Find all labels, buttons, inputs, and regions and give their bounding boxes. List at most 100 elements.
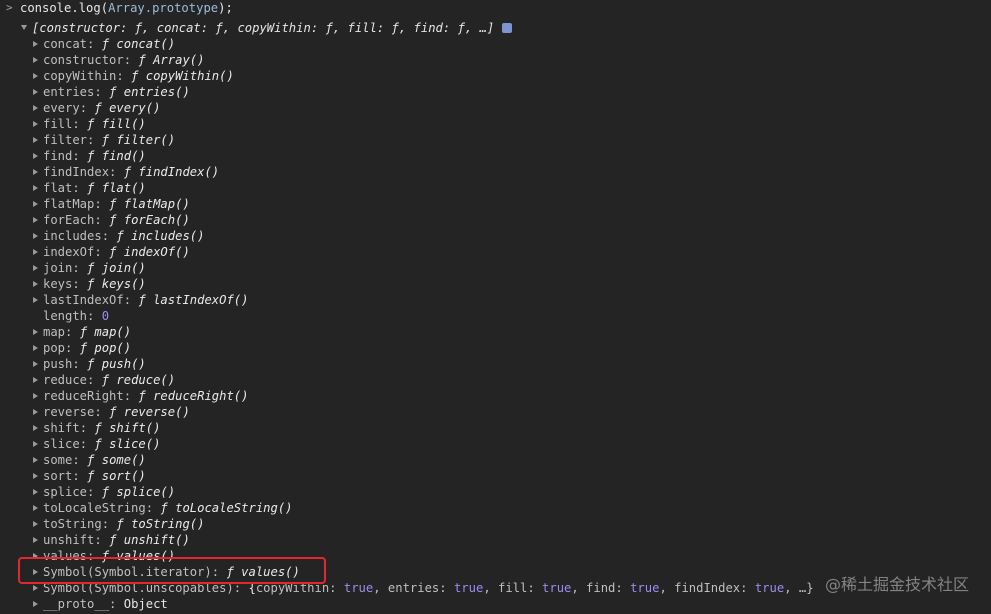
expand-arrow-icon[interactable] bbox=[33, 600, 38, 607]
console-command[interactable]: console.log(Array.prototype); bbox=[20, 0, 233, 16]
expand-arrow-icon[interactable] bbox=[33, 488, 38, 495]
property-row[interactable]: keys: ƒ keys() bbox=[33, 276, 146, 292]
function-symbol: ƒ bbox=[101, 37, 117, 51]
expand-arrow-icon[interactable] bbox=[33, 200, 38, 207]
property-row[interactable]: every: ƒ every() bbox=[33, 100, 160, 116]
expand-arrow-icon[interactable] bbox=[33, 104, 38, 111]
property-key: keys bbox=[43, 277, 73, 291]
function-symbol: ƒ bbox=[138, 389, 154, 403]
property-row[interactable]: forEach: ƒ forEach() bbox=[33, 212, 190, 228]
function-symbol: ƒ bbox=[87, 149, 102, 163]
property-value: entries() bbox=[123, 85, 190, 99]
property-row[interactable]: splice: ƒ splice() bbox=[33, 484, 175, 500]
property-row[interactable]: findIndex: ƒ findIndex() bbox=[33, 164, 219, 180]
property-key: every bbox=[43, 101, 80, 115]
property-row[interactable]: concat: ƒ concat() bbox=[33, 36, 175, 52]
property-key: reverse bbox=[43, 405, 95, 419]
property-row[interactable]: unshift: ƒ unshift() bbox=[33, 532, 190, 548]
expand-arrow-icon[interactable] bbox=[33, 88, 38, 95]
property-value: reduce() bbox=[116, 373, 176, 387]
expand-arrow-icon[interactable] bbox=[33, 184, 38, 191]
property-row[interactable]: toString: ƒ toString() bbox=[33, 516, 204, 532]
expand-arrow-icon[interactable] bbox=[33, 40, 38, 47]
expand-arrow-icon[interactable] bbox=[33, 264, 38, 271]
property-row[interactable]: slice: ƒ slice() bbox=[33, 436, 160, 452]
root-object-summary[interactable]: [constructor: ƒ, concat: ƒ, copyWithin: … bbox=[21, 20, 513, 36]
property-value: flat() bbox=[101, 181, 146, 195]
expand-arrow-icon[interactable] bbox=[33, 440, 38, 447]
property-row[interactable]: fill: ƒ fill() bbox=[33, 116, 146, 132]
watermark: @稀土掘金技术社区 bbox=[824, 575, 969, 594]
function-symbol: ƒ bbox=[87, 357, 102, 371]
expand-arrow-icon[interactable] bbox=[21, 25, 27, 30]
expand-arrow-icon[interactable] bbox=[33, 152, 38, 159]
property-row[interactable]: reduceRight: ƒ reduceRight() bbox=[33, 388, 248, 404]
expand-arrow-icon[interactable] bbox=[33, 376, 38, 383]
info-icon[interactable] bbox=[502, 22, 513, 33]
property-row[interactable]: entries: ƒ entries() bbox=[33, 84, 190, 100]
property-key: __proto__ bbox=[43, 597, 110, 611]
expand-arrow-icon[interactable] bbox=[33, 136, 38, 143]
expand-arrow-icon[interactable] bbox=[33, 344, 38, 351]
property-row[interactable]: map: ƒ map() bbox=[33, 324, 131, 340]
property-key: toString bbox=[43, 517, 102, 531]
expand-arrow-icon[interactable] bbox=[33, 120, 38, 127]
property-value: findIndex() bbox=[138, 165, 220, 179]
expand-arrow-icon[interactable] bbox=[33, 56, 38, 63]
property-row[interactable]: push: ƒ push() bbox=[33, 356, 146, 372]
property-row[interactable]: pop: ƒ pop() bbox=[33, 340, 131, 356]
expand-arrow-icon[interactable] bbox=[33, 328, 38, 335]
expand-arrow-icon[interactable] bbox=[33, 296, 38, 303]
property-value: Array() bbox=[153, 53, 205, 67]
property-row[interactable]: flat: ƒ flat() bbox=[33, 180, 146, 196]
property-value: sort() bbox=[101, 469, 146, 483]
property-row[interactable]: lastIndexOf: ƒ lastIndexOf() bbox=[33, 292, 248, 308]
property-row[interactable]: reduce: ƒ reduce() bbox=[33, 372, 175, 388]
property-row[interactable]: copyWithin: ƒ copyWithin() bbox=[33, 68, 234, 84]
expand-arrow-icon[interactable] bbox=[33, 424, 38, 431]
highlight-box bbox=[18, 557, 326, 584]
property-row[interactable]: indexOf: ƒ indexOf() bbox=[33, 244, 190, 260]
function-symbol: ƒ bbox=[109, 85, 124, 99]
property-row[interactable]: join: ƒ join() bbox=[33, 260, 146, 276]
property-row[interactable]: filter: ƒ filter() bbox=[33, 132, 175, 148]
function-symbol: ƒ bbox=[160, 501, 176, 515]
expand-arrow-icon[interactable] bbox=[33, 536, 38, 543]
property-value: slice() bbox=[109, 437, 161, 451]
expand-arrow-icon[interactable] bbox=[33, 168, 38, 175]
expand-arrow-icon[interactable] bbox=[33, 408, 38, 415]
property-row[interactable]: some: ƒ some() bbox=[33, 452, 146, 468]
function-symbol: ƒ bbox=[109, 533, 124, 547]
function-symbol: ƒ bbox=[131, 69, 146, 83]
function-symbol: ƒ bbox=[116, 229, 132, 243]
property-row[interactable]: includes: ƒ includes() bbox=[33, 228, 204, 244]
property-row[interactable]: toLocaleString: ƒ toLocaleString() bbox=[33, 500, 293, 516]
function-symbol: ƒ bbox=[101, 133, 117, 147]
property-key: reduceRight bbox=[43, 389, 124, 403]
property-row[interactable]: flatMap: ƒ flatMap() bbox=[33, 196, 190, 212]
property-value: filter() bbox=[116, 133, 176, 147]
expand-arrow-icon[interactable] bbox=[33, 456, 38, 463]
expand-arrow-icon[interactable] bbox=[33, 472, 38, 479]
property-row[interactable]: __proto__: Object bbox=[33, 596, 168, 612]
expand-arrow-icon[interactable] bbox=[33, 72, 38, 79]
expand-arrow-icon[interactable] bbox=[33, 360, 38, 367]
property-value: some() bbox=[101, 453, 146, 467]
property-row[interactable]: reverse: ƒ reverse() bbox=[33, 404, 190, 420]
expand-arrow-icon[interactable] bbox=[33, 392, 38, 399]
expand-arrow-icon[interactable] bbox=[33, 232, 38, 239]
property-row[interactable]: constructor: ƒ Array() bbox=[33, 52, 204, 68]
property-value: every() bbox=[109, 101, 161, 115]
expand-arrow-icon[interactable] bbox=[33, 584, 38, 591]
property-row[interactable]: shift: ƒ shift() bbox=[33, 420, 160, 436]
expand-arrow-icon[interactable] bbox=[33, 248, 38, 255]
expand-arrow-icon[interactable] bbox=[33, 216, 38, 223]
property-row[interactable]: length: 0 bbox=[43, 308, 109, 324]
property-value: forEach() bbox=[123, 213, 190, 227]
expand-arrow-icon[interactable] bbox=[33, 504, 38, 511]
property-row[interactable]: sort: ƒ sort() bbox=[33, 468, 146, 484]
expand-arrow-icon[interactable] bbox=[33, 280, 38, 287]
property-value: {copyWithin: true, entries: true, fill: … bbox=[248, 581, 814, 595]
expand-arrow-icon[interactable] bbox=[33, 520, 38, 527]
property-row[interactable]: find: ƒ find() bbox=[33, 148, 146, 164]
